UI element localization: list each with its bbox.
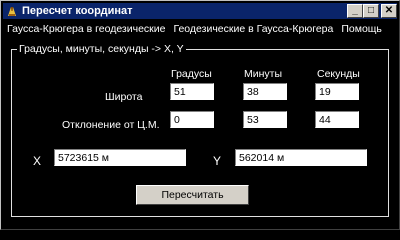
maximize-button[interactable]: □ (363, 4, 379, 18)
deviation-degrees-field[interactable]: 0 (170, 111, 214, 128)
title-bar[interactable]: Пересчет координат _ □ ✕ (3, 3, 397, 19)
app-icon (5, 4, 19, 18)
deviation-label: Отклонение от Ц.М. (62, 119, 160, 131)
deviation-minutes-field[interactable]: 53 (243, 111, 287, 128)
deviation-seconds-field[interactable]: 44 (315, 111, 359, 128)
window-title: Пересчет координат (22, 5, 133, 17)
close-button[interactable]: ✕ (381, 4, 397, 18)
menu-help[interactable]: Помощь (337, 23, 386, 35)
x-result-field[interactable]: 5723615 м (54, 149, 186, 166)
latitude-minutes-field[interactable]: 38 (243, 83, 287, 100)
menu-geodetic-to-gk[interactable]: Геодезические в Гаусса-Крюгера (169, 23, 337, 35)
recalculate-button[interactable]: Пересчитать (136, 185, 249, 205)
y-result-field[interactable]: 562014 м (235, 149, 367, 166)
menu-gk-to-geodetic[interactable]: Гаусса-Крюгера в геодезические (3, 23, 169, 35)
app-window: Пересчет координат _ □ ✕ Гаусса-Крюгера … (0, 0, 400, 230)
y-label: Y (213, 154, 222, 168)
latitude-label: Широта (105, 91, 143, 103)
column-header-minutes: Минуты (244, 68, 283, 80)
x-label: X (33, 154, 42, 168)
latitude-seconds-field[interactable]: 19 (315, 83, 359, 100)
menu-bar: Гаусса-Крюгера в геодезические Геодезиче… (3, 20, 397, 38)
groupbox-label: Градусы, минуты, секунды -> X, Y (17, 43, 186, 55)
latitude-degrees-field[interactable]: 51 (170, 83, 214, 100)
minimize-button[interactable]: _ (347, 4, 363, 18)
column-header-degrees: Градусы (171, 68, 212, 80)
column-header-seconds: Секунды (317, 68, 360, 80)
